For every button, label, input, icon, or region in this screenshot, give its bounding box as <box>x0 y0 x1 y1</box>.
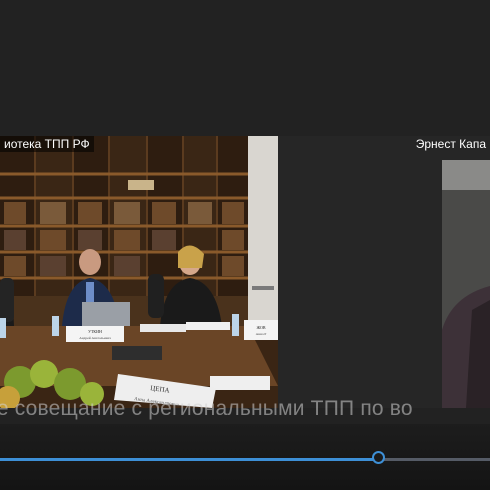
participant-name-label: иотека ТПП РФ <box>0 136 94 152</box>
participant-name-label: Эрнест Капа <box>278 136 490 152</box>
svg-text:Анна Р: Анна Р <box>256 332 267 336</box>
video-subtitle: сое совещание с региональными ТПП по во <box>0 397 413 420</box>
player-controls <box>0 424 490 490</box>
svg-text:УТКИН: УТКИН <box>88 329 102 334</box>
svg-text:Андрей Анатольевич: Андрей Анатольевич <box>79 336 111 340</box>
video-tile-participant: Эрнест Капа <box>278 136 490 408</box>
progress-bar[interactable] <box>0 458 490 461</box>
library-room-video: УТКИН Андрей Анатольевич ЖОВ Анна Р ЦЕПА… <box>0 136 278 408</box>
participant-video <box>442 160 490 408</box>
progress-bar-fill <box>0 458 379 461</box>
svg-text:ЖОВ: ЖОВ <box>256 325 265 330</box>
video-player: УТКИН Андрей Анатольевич ЖОВ Анна Р ЦЕПА… <box>0 0 490 490</box>
seek-handle[interactable] <box>372 451 385 464</box>
video-tile-library: УТКИН Андрей Анатольевич ЖОВ Анна Р ЦЕПА… <box>0 136 278 408</box>
